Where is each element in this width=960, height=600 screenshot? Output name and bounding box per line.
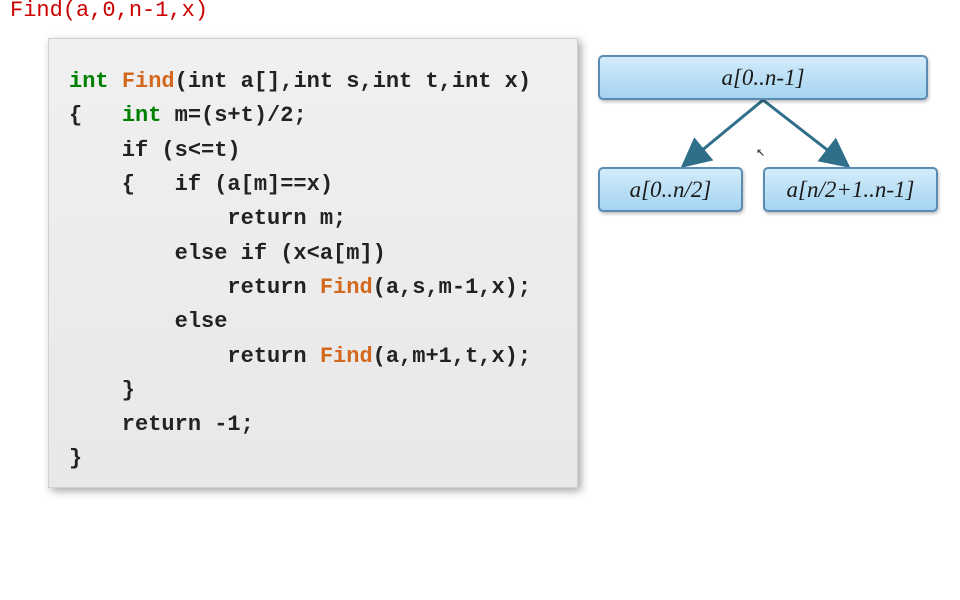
code-line: return xyxy=(69,344,320,369)
func-params: (int a[],int s,int t,int x) xyxy=(175,69,531,94)
tree-root-node: a[0..n-1] xyxy=(598,55,928,100)
arrow-left xyxy=(683,100,763,166)
code-line: { xyxy=(69,103,122,128)
code-line: else xyxy=(69,309,227,334)
func-call: Find xyxy=(320,275,373,300)
code-line: (a,s,m-1,x); xyxy=(373,275,531,300)
code-line: return -1; xyxy=(69,412,254,437)
code-line: return m; xyxy=(69,206,346,231)
code-line: return xyxy=(69,275,320,300)
code-panel: int Find(int a[],int s,int t,int x) { in… xyxy=(48,38,578,488)
code-line: } xyxy=(69,378,135,403)
recursion-tree-diagram: a[0..n-1] a[0..n/2] a[n/2+1..n-1] ↖ xyxy=(598,50,938,230)
code-line: (a,m+1,t,x); xyxy=(373,344,531,369)
tree-right-node: a[n/2+1..n-1] xyxy=(763,167,938,212)
tree-left-node: a[0..n/2] xyxy=(598,167,743,212)
arrow-right xyxy=(763,100,848,166)
code-listing: int Find(int a[],int s,int t,int x) { in… xyxy=(69,65,557,477)
code-line: { if (a[m]==x) xyxy=(69,172,333,197)
kw-return-type: int xyxy=(69,69,109,94)
kw-type: int xyxy=(122,103,162,128)
code-line: m=(s+t)/2; xyxy=(161,103,306,128)
title-fragment: Find(a,0,n-1,x) xyxy=(10,0,208,23)
code-line: if (s<=t) xyxy=(69,138,241,163)
func-call: Find xyxy=(320,344,373,369)
code-line: else if (x<a[m]) xyxy=(69,241,386,266)
func-name: Find xyxy=(122,69,175,94)
code-line: } xyxy=(69,446,82,471)
